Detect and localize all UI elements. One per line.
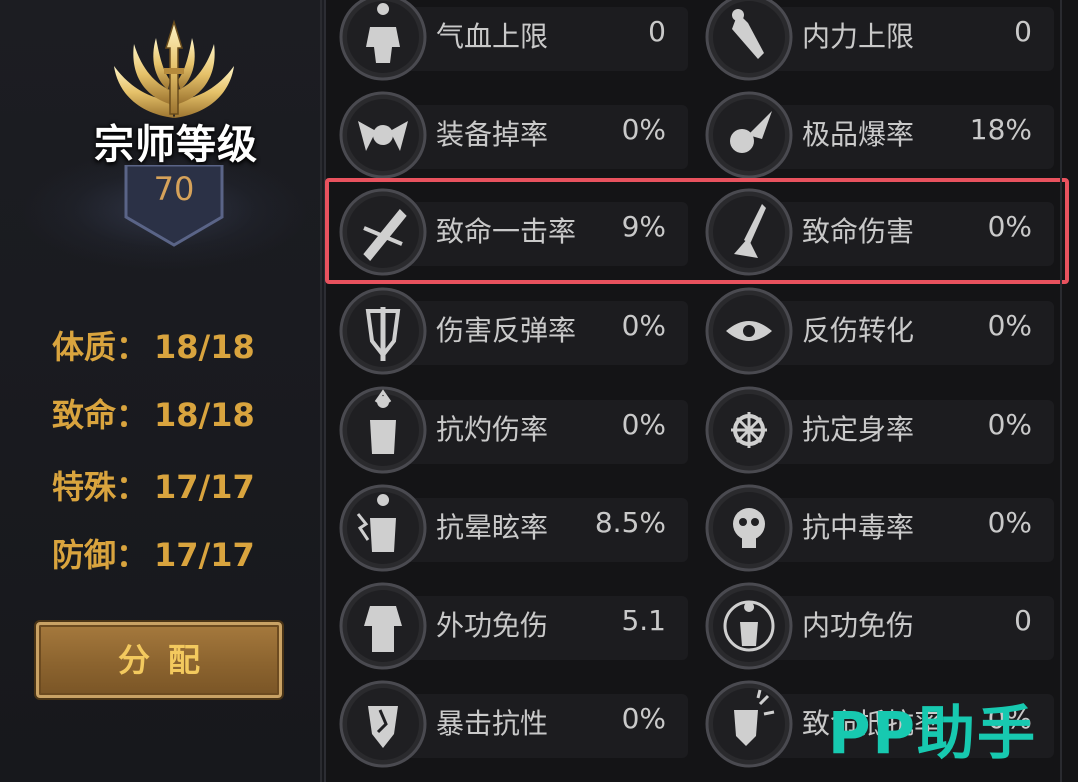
- crossed-blades-icon: [336, 188, 430, 276]
- stat-value: 0: [1014, 604, 1032, 637]
- rank-title: 宗师等级: [94, 122, 258, 168]
- burst-shield-icon: [702, 680, 796, 768]
- potion-vial-icon: [702, 0, 796, 81]
- lightning-figure-icon: [336, 484, 430, 572]
- stat-card: 抗晕眩率 8.5%: [336, 484, 688, 572]
- attribute-label: 致命：: [52, 396, 149, 434]
- attribute-label: 特殊：: [52, 468, 149, 506]
- comet-icon: [702, 91, 796, 179]
- attribute-label: 防御：: [52, 536, 149, 574]
- stat-card: 装备掉率 0%: [336, 91, 688, 179]
- stat-value: 0: [648, 15, 666, 48]
- attribute-lethality: 致命： 18/18: [52, 390, 302, 434]
- stat-value: 0: [1014, 15, 1032, 48]
- stat-name: 内力上限: [802, 20, 915, 53]
- aura-figure-icon: [702, 582, 796, 670]
- stat-name: 暴击抗性: [436, 707, 549, 740]
- stat-value: 9%: [621, 210, 666, 243]
- winged-orb-icon: [336, 91, 430, 179]
- attribute-value: 18/18: [154, 396, 255, 434]
- stat-name: 抗晕眩率: [436, 511, 549, 544]
- stat-card: 暴击抗性 0%: [336, 680, 688, 768]
- attribute-value: 17/17: [154, 468, 255, 506]
- stat-name: 抗定身率: [802, 413, 915, 446]
- stat-card: 致命一击率 9%: [336, 188, 688, 276]
- muscle-body-icon: [336, 0, 430, 81]
- shield-sword-icon: [336, 287, 430, 375]
- stat-name: 致命伤害: [802, 215, 915, 248]
- character-attribute-panel: 宗师等级 70 体质： 18/18 致命： 18/18 特殊： 17/17 防御： 17…: [0, 0, 326, 782]
- stat-value: 0%: [987, 309, 1032, 342]
- attribute-label: 体质：: [52, 328, 149, 366]
- stat-name: 外功免伤: [436, 609, 549, 642]
- stat-card: 内力上限 0: [702, 0, 1054, 81]
- stat-name: 致命一击率: [436, 215, 577, 248]
- stat-card: 气血上限 0: [336, 0, 688, 81]
- stat-name: 内功免伤: [802, 609, 915, 642]
- stat-card: 内功免伤 0: [702, 582, 1054, 670]
- rank-level: 70: [153, 170, 195, 208]
- poison-skull-icon: [702, 484, 796, 572]
- stat-card: 反伤转化 0%: [702, 287, 1054, 375]
- attribute-defense: 防御： 17/17: [52, 530, 302, 574]
- app-watermark: PP助手: [828, 699, 1038, 767]
- stat-name: 抗灼伤率: [436, 413, 549, 446]
- stat-value: 5.1: [621, 604, 666, 637]
- flaming-figure-icon: [336, 386, 430, 474]
- attribute-special: 特殊： 17/17: [52, 462, 302, 506]
- stat-name: 抗中毒率: [802, 511, 915, 544]
- stat-card: 伤害反弹率 0%: [336, 287, 688, 375]
- stat-value: 0%: [621, 408, 666, 441]
- armored-body-icon: [336, 582, 430, 670]
- stat-name: 极品爆率: [802, 118, 915, 151]
- stat-value: 8.5%: [594, 506, 666, 539]
- piercing-sword-icon: [702, 188, 796, 276]
- stat-name: 反伤转化: [802, 314, 915, 347]
- assign-points-button[interactable]: 分配: [36, 622, 282, 698]
- attribute-constitution: 体质： 18/18: [52, 322, 302, 366]
- stat-value: 0%: [621, 113, 666, 146]
- stat-value: 0%: [987, 506, 1032, 539]
- panel-divider: [1060, 0, 1062, 782]
- attribute-value: 18/18: [154, 328, 255, 366]
- stat-card: 抗灼伤率 0%: [336, 386, 688, 474]
- stat-card: 致命伤害 0%: [702, 188, 1054, 276]
- stat-value: 0%: [987, 408, 1032, 441]
- stat-value: 0%: [621, 702, 666, 735]
- frost-ring-icon: [702, 386, 796, 474]
- stat-name: 气血上限: [436, 20, 549, 53]
- stat-card: 抗定身率 0%: [702, 386, 1054, 474]
- stat-name: 伤害反弹率: [436, 314, 577, 347]
- stat-value: 18%: [969, 113, 1032, 146]
- stat-name: 装备掉率: [436, 118, 549, 151]
- stat-card: 抗中毒率 0%: [702, 484, 1054, 572]
- stat-card: 极品爆率 18%: [702, 91, 1054, 179]
- attribute-value: 17/17: [154, 536, 255, 574]
- stat-value: 0%: [987, 210, 1032, 243]
- cracked-shield-icon: [336, 680, 430, 768]
- stat-card: 外功免伤 5.1: [336, 582, 688, 670]
- eye-star-icon: [702, 287, 796, 375]
- stat-value: 0%: [621, 309, 666, 342]
